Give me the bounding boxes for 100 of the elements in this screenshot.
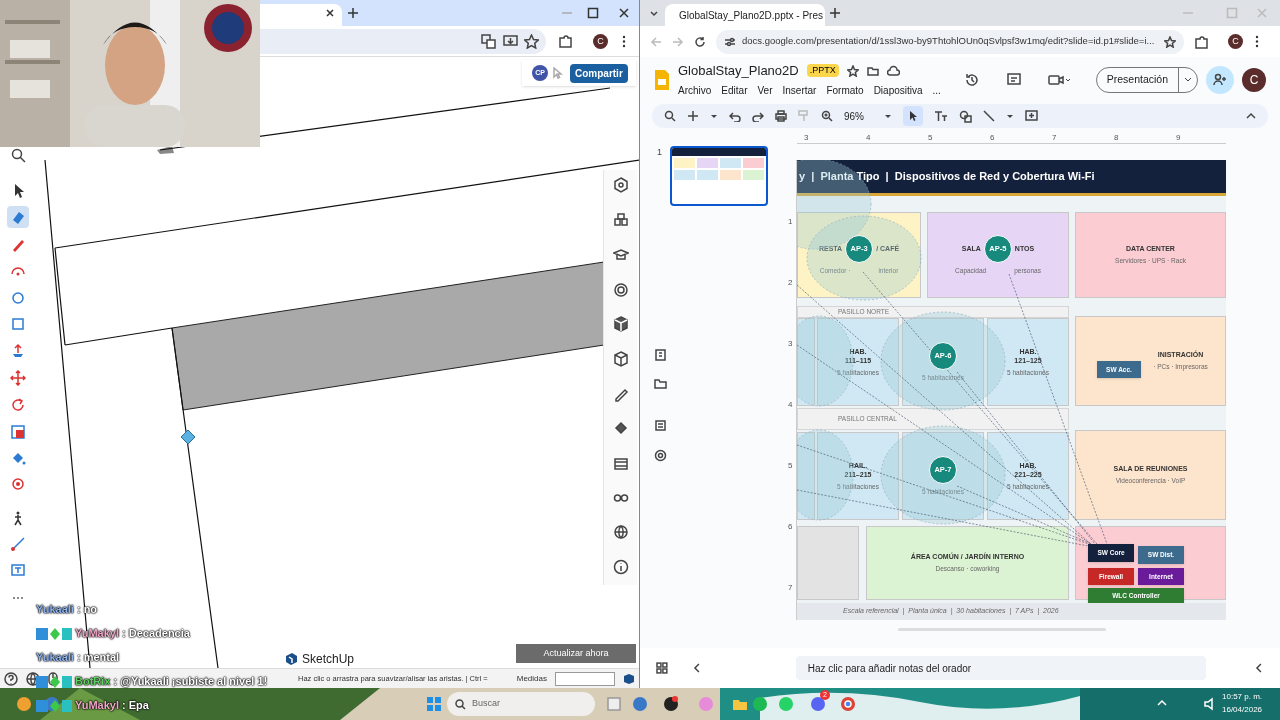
caret-icon[interactable] bbox=[710, 112, 718, 120]
rings-icon[interactable] bbox=[613, 282, 629, 298]
puzzle-icon[interactable] bbox=[1194, 34, 1208, 49]
eraser-icon[interactable] bbox=[10, 209, 26, 225]
close-icon[interactable] bbox=[618, 7, 630, 19]
measurements-field[interactable] bbox=[555, 671, 615, 686]
globe-icon[interactable] bbox=[613, 524, 629, 540]
hexagon-icon[interactable] bbox=[613, 177, 629, 193]
keep-icon[interactable] bbox=[654, 348, 667, 361]
text-box-icon[interactable] bbox=[934, 110, 948, 122]
profile-avatar[interactable]: C bbox=[1242, 67, 1266, 92]
browser-icon[interactable] bbox=[839, 695, 857, 713]
graduation-cap-icon[interactable] bbox=[613, 247, 629, 263]
chevron-left-icon[interactable] bbox=[1254, 663, 1264, 673]
plus-icon[interactable] bbox=[687, 110, 699, 122]
address-bar[interactable]: docs.google.com/presentation/d/1ssl3wo-by9ThtohlOUn0qSvlpsf3w1mq/edit?slide=id.p1#slide=i... bbox=[716, 29, 1184, 54]
site-settings-icon[interactable] bbox=[724, 35, 736, 48]
clock[interactable]: 10:57 p. m. 16/04/2026 bbox=[1222, 690, 1263, 716]
cube-outline-icon[interactable] bbox=[613, 351, 629, 367]
share-button[interactable] bbox=[1206, 65, 1234, 94]
chevron-left-icon[interactable] bbox=[691, 663, 702, 673]
select-tool-button[interactable] bbox=[903, 106, 923, 126]
star-icon[interactable] bbox=[524, 34, 539, 49]
history-icon[interactable] bbox=[963, 71, 980, 88]
grid-view-icon[interactable] bbox=[656, 662, 668, 674]
menu-item[interactable]: Insertar bbox=[782, 83, 817, 99]
redo-icon[interactable] bbox=[752, 110, 764, 122]
reload-icon[interactable] bbox=[694, 35, 706, 48]
record-icon[interactable] bbox=[662, 695, 680, 713]
caret-icon[interactable] bbox=[1006, 112, 1014, 120]
tab-title: GlobalStay_Plano2D.pptx - Pres bbox=[679, 8, 823, 23]
chevron-up-icon[interactable] bbox=[1157, 698, 1167, 708]
target-icon[interactable] bbox=[654, 449, 667, 462]
search-icon[interactable] bbox=[664, 110, 676, 122]
shapes-icon[interactable] bbox=[959, 109, 972, 123]
chevron-down-icon bbox=[1184, 75, 1192, 84]
push-pull-icon[interactable] bbox=[10, 343, 26, 359]
comment-icon[interactable] bbox=[1005, 71, 1022, 88]
puzzle-icon[interactable] bbox=[558, 34, 573, 49]
target-icon[interactable] bbox=[10, 476, 26, 492]
cloud-icon[interactable] bbox=[886, 64, 900, 77]
install-app-icon[interactable] bbox=[503, 34, 518, 49]
app-icon[interactable] bbox=[15, 695, 33, 713]
chevron-up-icon[interactable] bbox=[1246, 111, 1256, 121]
browser-tab[interactable]: GlobalStay_Plano2D.pptx - Pres bbox=[665, 4, 825, 26]
star-icon[interactable] bbox=[846, 64, 859, 77]
circle-icon[interactable] bbox=[10, 289, 26, 305]
undo-icon[interactable] bbox=[729, 110, 741, 122]
profile-avatar[interactable]: C bbox=[593, 34, 608, 49]
tape-measure-icon[interactable] bbox=[10, 536, 26, 552]
line-icon[interactable] bbox=[983, 110, 995, 122]
folder-icon[interactable] bbox=[866, 64, 879, 77]
zoom-icon[interactable] bbox=[821, 110, 833, 122]
slide-thumbnail[interactable] bbox=[670, 146, 768, 206]
search-icon bbox=[455, 698, 466, 710]
menu-dots-icon[interactable] bbox=[620, 34, 628, 49]
menu-dots-icon[interactable] bbox=[1253, 34, 1261, 49]
rotate-icon[interactable] bbox=[10, 397, 26, 413]
film-icon[interactable] bbox=[613, 456, 629, 472]
vertex-marker-icon bbox=[180, 429, 196, 445]
horizontal-scrollbar[interactable] bbox=[898, 628, 1106, 631]
profile-avatar[interactable]: C bbox=[1228, 34, 1243, 49]
speaker-notes-field[interactable]: Haz clic para añadir notas del orador bbox=[795, 656, 1207, 680]
scale-icon[interactable] bbox=[10, 424, 26, 440]
text-label-icon[interactable] bbox=[10, 562, 26, 578]
print-icon[interactable] bbox=[775, 110, 787, 122]
taskbar-search[interactable]: Buscar bbox=[447, 692, 595, 716]
update-button[interactable]: Actualizar ahora bbox=[516, 644, 636, 663]
cube-icon[interactable] bbox=[613, 316, 629, 332]
menu-item[interactable]: Editar bbox=[721, 83, 748, 99]
address-bar[interactable] bbox=[260, 29, 546, 54]
close-icon[interactable] bbox=[324, 7, 336, 19]
share-button[interactable]: Compartir bbox=[570, 63, 628, 83]
ruler-number: 3 bbox=[804, 134, 809, 142]
folder-icon[interactable] bbox=[654, 377, 667, 390]
document-title[interactable]: GlobalStay_Plano2D bbox=[678, 60, 799, 81]
maximize-icon[interactable] bbox=[587, 7, 599, 19]
zoom-select[interactable]: 96% bbox=[844, 108, 892, 124]
menu-more[interactable]: ... bbox=[932, 83, 941, 99]
menu-item[interactable]: Ver bbox=[757, 83, 773, 99]
tasks-icon[interactable] bbox=[654, 419, 667, 432]
pencil-outline-icon[interactable] bbox=[613, 386, 629, 402]
globe-icon[interactable] bbox=[26, 671, 40, 686]
app-icon[interactable] bbox=[631, 695, 649, 713]
help-icon[interactable] bbox=[4, 671, 18, 686]
plus-icon[interactable] bbox=[829, 7, 841, 19]
move-icon[interactable] bbox=[10, 370, 26, 386]
menu-item[interactable]: Diapositiva bbox=[873, 83, 923, 99]
plus-icon[interactable] bbox=[347, 7, 359, 19]
menu-item[interactable]: Archivo bbox=[678, 83, 712, 99]
video-camera-icon[interactable] bbox=[1047, 72, 1070, 87]
translate-icon[interactable] bbox=[481, 34, 496, 49]
rectangle-icon[interactable] bbox=[10, 316, 26, 332]
ruler-number: 1 bbox=[788, 218, 793, 226]
add-comment-icon[interactable] bbox=[1025, 109, 1038, 123]
info-icon[interactable] bbox=[613, 559, 629, 575]
star-icon[interactable] bbox=[1164, 35, 1176, 48]
search-icon[interactable] bbox=[10, 147, 26, 163]
boxes-icon[interactable] bbox=[613, 212, 629, 228]
menu-item[interactable]: Formato bbox=[826, 83, 864, 99]
